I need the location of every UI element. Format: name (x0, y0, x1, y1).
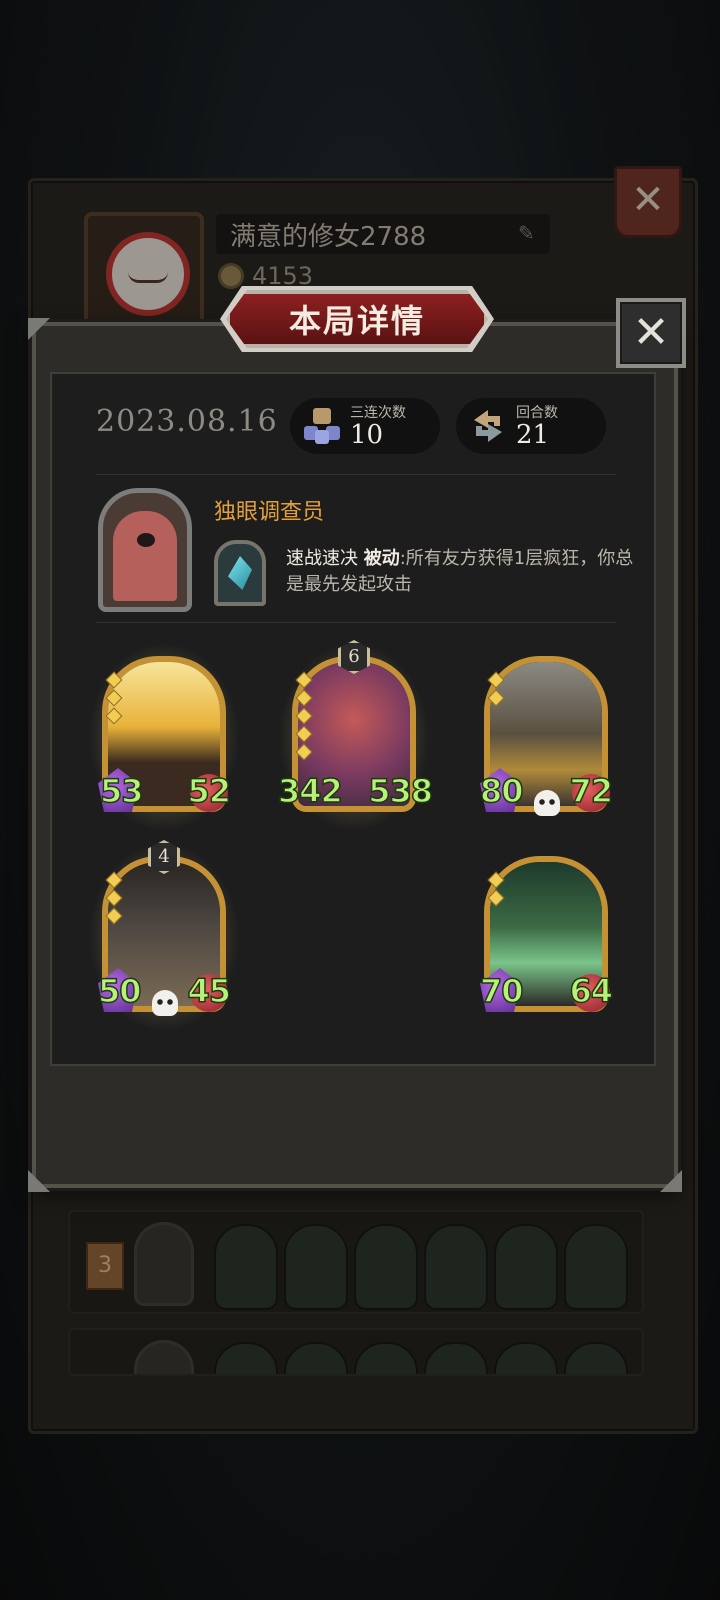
stat-label: 三连次数 (350, 405, 406, 421)
unit-attack: 342 (277, 771, 343, 811)
skill-icon[interactable] (214, 540, 266, 606)
hero-art (113, 511, 177, 601)
unit-attack: 50 (97, 971, 142, 1011)
hero-name: 独眼调查员 (214, 500, 325, 525)
round-count-stat: 回合数 21 (456, 398, 606, 454)
hero-portrait[interactable] (98, 488, 192, 612)
close-button[interactable]: ✕ (616, 298, 686, 368)
star-pips (105, 871, 123, 928)
skill-type: 被动 (363, 548, 400, 569)
unit-health: 72 (569, 771, 614, 811)
stat-value: 10 (350, 420, 384, 450)
skill-name: 速战速决 (286, 548, 358, 569)
skull-icon (534, 790, 560, 816)
crystal-icon (228, 556, 252, 590)
stat-value: 21 (516, 420, 550, 450)
unit-card[interactable]: 6 342 538 (277, 640, 434, 832)
skull-icon (152, 990, 178, 1016)
unit-attack: 70 (479, 971, 524, 1011)
triple-merge-icon (304, 408, 340, 444)
unit-health: 538 (367, 771, 433, 811)
divider (96, 474, 616, 475)
star-pips (487, 671, 505, 710)
triple-count-stat: 三连次数 10 (290, 398, 440, 454)
star-pips (105, 671, 123, 728)
unit-health: 52 (187, 771, 232, 811)
unit-card[interactable]: 53 52 (88, 642, 240, 832)
star-pips (295, 671, 313, 764)
unit-health: 45 (187, 971, 232, 1011)
eyepatch (137, 533, 155, 547)
unit-attack: 80 (479, 771, 524, 811)
unit-card[interactable]: 4 50 45 (88, 840, 240, 1032)
dialog-title: 本局详情 (226, 290, 488, 348)
divider (96, 622, 616, 623)
round-cycle-icon (474, 410, 502, 442)
stat-label: 回合数 (516, 405, 558, 421)
close-icon: ✕ (632, 307, 670, 358)
unit-attack: 53 (99, 771, 144, 811)
skill-description: 速战速决 被动:所有友方获得1层疯狂，你总是最先发起攻击 (286, 546, 646, 598)
corner-ornament (28, 318, 50, 340)
unit-health: 64 (569, 971, 614, 1011)
match-date: 2023.08.16 (96, 404, 278, 439)
unit-card[interactable]: 70 64 (479, 856, 614, 1018)
unit-card[interactable]: 80 72 (479, 656, 614, 818)
star-pips (487, 871, 505, 910)
